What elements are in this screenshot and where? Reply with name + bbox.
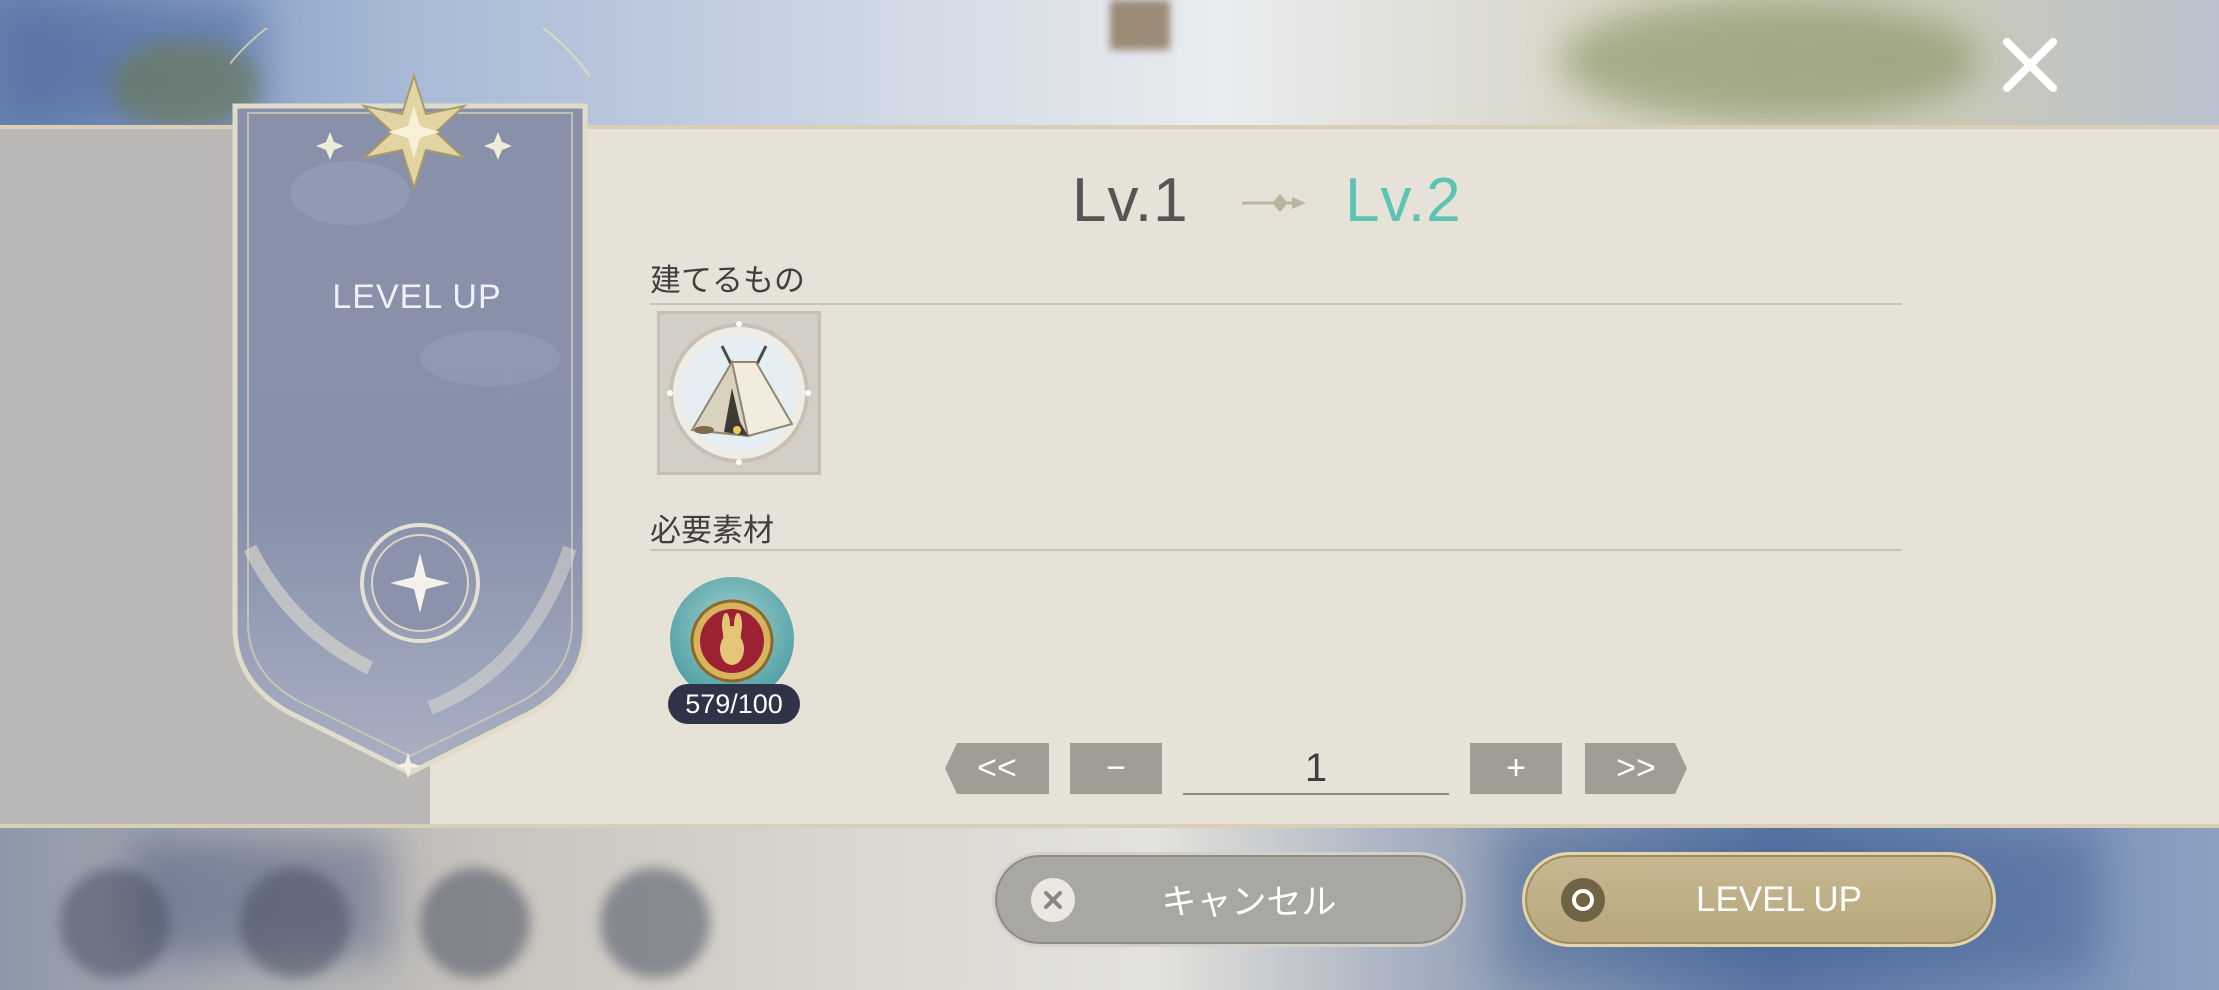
- min-quantity-button[interactable]: <<: [945, 743, 1049, 794]
- current-level: Lv.1: [1072, 166, 1189, 235]
- build-section-label: 建てるもの: [650, 263, 805, 299]
- circle-icon: [1561, 877, 1605, 922]
- x-icon: [1031, 877, 1075, 922]
- build-section-divider: [650, 303, 1902, 305]
- next-level: Lv.2: [1345, 166, 1462, 235]
- materials-section-divider: [650, 549, 1902, 551]
- arrow-right-icon: [1242, 194, 1306, 212]
- banner-title: LEVEL UP: [332, 278, 502, 316]
- level-up-button[interactable]: LEVEL UP: [1522, 852, 1996, 947]
- level-up-button-label: LEVEL UP: [1695, 879, 1862, 919]
- max-quantity-button[interactable]: >>: [1585, 743, 1687, 794]
- cancel-button[interactable]: キャンセル: [992, 852, 1466, 947]
- material-count: 579/100: [668, 684, 800, 724]
- close-icon: [2003, 38, 2057, 92]
- close-button[interactable]: [1995, 30, 2065, 100]
- cancel-button-label: キャンセル: [1161, 883, 1337, 922]
- materials-section-label: 必要素材: [650, 513, 774, 549]
- build-item-tent[interactable]: [657, 311, 821, 475]
- tent-icon: [667, 321, 811, 465]
- increase-quantity-button[interactable]: +: [1470, 743, 1562, 794]
- level-up-banner: [230, 28, 590, 779]
- quantity-value[interactable]: 1: [1183, 743, 1449, 795]
- decrease-quantity-button[interactable]: −: [1070, 743, 1162, 794]
